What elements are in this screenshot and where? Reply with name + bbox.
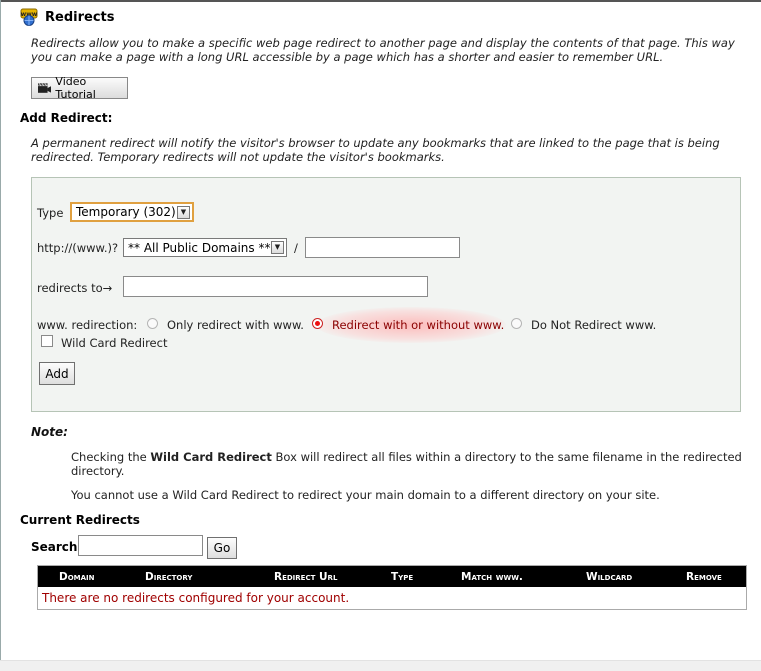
wildcard-label: Wild Card Redirect [61, 336, 168, 350]
www-globe-icon: www [20, 8, 38, 26]
domain-select-value: ** All Public Domains ** [128, 240, 271, 255]
left-border [0, 0, 1, 670]
type-select[interactable]: Temporary (302) ▼ [70, 202, 194, 222]
redirects-to-label: redirects to→ [37, 281, 113, 295]
note-wildcard-text: Checking the Wild Card Redirect Box will… [71, 450, 743, 478]
redirects-to-input[interactable] [123, 276, 428, 297]
radio-with-or-without-www-label: Redirect with or without www. [332, 318, 505, 332]
add-button[interactable]: Add [39, 362, 75, 385]
radio-do-not-redirect-www[interactable] [511, 318, 522, 329]
top-border [0, 0, 761, 2]
http-prefix-label: http://(www.)? [37, 241, 119, 255]
chevron-down-icon: ▼ [271, 241, 284, 254]
empty-message: There are no redirects configured for yo… [42, 591, 350, 605]
page-title: Redirects [45, 9, 115, 25]
note-wildcard-bold: Wild Card Redirect [150, 450, 272, 464]
table-row: There are no redirects configured for yo… [38, 587, 746, 609]
redirects-table: Domain Directory Redirect Url Type Match… [37, 565, 747, 610]
radio-do-not-redirect-www-label: Do Not Redirect www. [531, 318, 657, 332]
column-match-www[interactable]: Match www. [461, 571, 523, 583]
column-redirect-url[interactable]: Redirect Url [274, 571, 337, 583]
radio-with-or-without-www[interactable] [312, 318, 323, 329]
bottom-bar [0, 660, 761, 671]
column-remove[interactable]: Remove [686, 571, 722, 583]
note-main-domain-text: You cannot use a Wild Card Redirect to r… [71, 488, 660, 502]
radio-only-with-www-label: Only redirect with www. [167, 318, 304, 332]
page-header: www Redirects [20, 8, 114, 26]
video-tutorial-label: Video Tutorial [55, 75, 96, 101]
add-redirect-title: Add Redirect: [20, 111, 113, 125]
radio-only-with-www[interactable] [147, 318, 158, 329]
video-tutorial-button[interactable]: Video Tutorial [31, 75, 128, 101]
wildcard-checkbox[interactable] [41, 335, 53, 347]
current-redirects-title: Current Redirects [20, 513, 140, 527]
chevron-down-icon: ▼ [177, 206, 190, 219]
go-button[interactable]: Go [207, 537, 237, 559]
column-directory[interactable]: Directory [145, 571, 192, 583]
note-text-start: Checking the [71, 450, 151, 464]
column-wildcard[interactable]: Wildcard [586, 571, 632, 583]
search-label: Search [31, 540, 78, 554]
column-domain[interactable]: Domain [59, 571, 95, 583]
domain-select[interactable]: ** All Public Domains ** ▼ [123, 238, 287, 257]
table-header: Domain Directory Redirect Url Type Match… [38, 566, 746, 587]
note-title: Note: [31, 425, 68, 439]
add-redirect-description: A permanent redirect will notify the vis… [31, 136, 720, 164]
type-select-value: Temporary (302) [76, 205, 176, 219]
path-input[interactable] [305, 237, 460, 258]
www-redirection-label: www. redirection: [37, 318, 138, 332]
camera-icon [38, 82, 52, 93]
column-type[interactable]: Type [391, 571, 413, 583]
intro-text: Redirects allow you to make a specific w… [31, 36, 735, 64]
type-label: Type [37, 206, 64, 220]
path-slash: / [294, 241, 298, 255]
search-input[interactable] [78, 535, 203, 556]
